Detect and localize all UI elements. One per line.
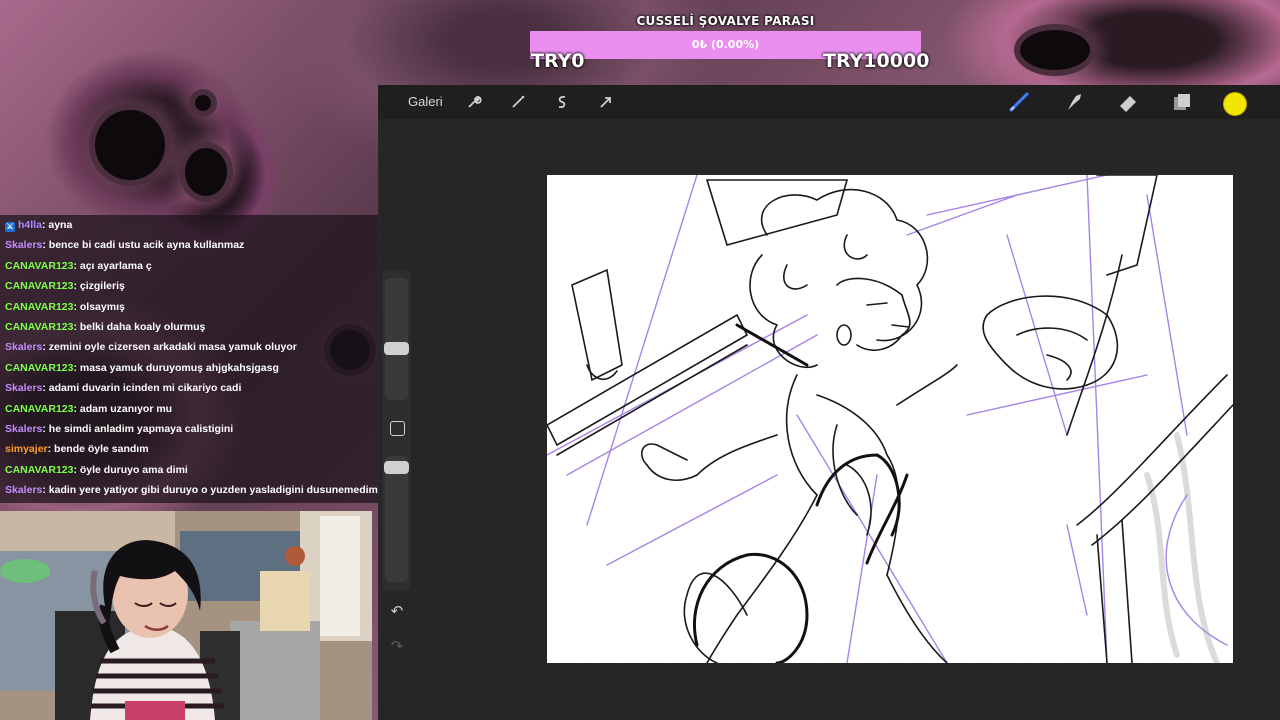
brush-size-slider[interactable] [384,278,409,400]
smudge-icon[interactable] [1062,91,1086,113]
chat-username[interactable]: Skalers [5,239,42,251]
selection-icon[interactable] [553,93,571,111]
chat-text: : öyle duruyo ama dimi [73,463,188,476]
background-eye [1020,30,1090,70]
goal-title: CUSSELİ ŞOVALYE PARASI [636,14,815,28]
chat-username[interactable]: CANAVAR123 [5,403,73,415]
modify-button[interactable] [390,421,405,436]
chat-message: Skalers: zemini oyle cizersen arkadaki m… [0,337,378,357]
chat-username[interactable]: CANAVAR123 [5,301,73,313]
opacity-slider[interactable] [384,456,409,582]
top-toolbar: Galeri [378,85,1280,119]
chat-text: : adam uzanıyor mu [73,402,173,415]
goal-max-label: TRY10000 [823,50,930,72]
chat-text: : he simdi anladim yapmaya calistigini [42,422,234,435]
chat-username[interactable]: CANAVAR123 [5,260,73,272]
background-eye [195,95,211,111]
layers-icon[interactable] [1170,91,1194,113]
chat-message: CANAVAR123: adam uzanıyor mu [0,399,378,419]
chat-username[interactable]: CANAVAR123 [5,280,73,292]
chat-text: : açı ayarlama ç [73,259,152,272]
chat-username[interactable]: Skalers [5,382,42,394]
chat-username[interactable]: Skalers [5,484,42,496]
opacity-thumb[interactable] [384,461,409,474]
chat-text: : olsaymış [73,300,125,313]
magic-wand-icon[interactable] [509,93,527,111]
chat-message: CANAVAR123: masa yamuk duruyomuş ahjgkah… [0,358,378,378]
brush-icon[interactable] [1008,91,1032,113]
transform-arrow-icon[interactable] [597,93,615,111]
moderator-badge-icon: ⚔ [5,222,15,232]
chat-username[interactable]: Skalers [5,423,42,435]
chat-username[interactable]: CANAVAR123 [5,321,73,333]
chat-message: Skalers: he simdi anladim yapmaya calist… [0,419,378,439]
chat-message: simyajer: bende öyle sandım [0,439,378,459]
undo-icon[interactable]: ↶ [389,602,405,622]
chat-username[interactable]: CANAVAR123 [5,362,73,374]
chat-text: : masa yamuk duruyomuş ahjgkahsjgasg [73,361,279,374]
chat-username[interactable]: simyajer [5,443,48,455]
chat-text: : kadin yere yatiyor gibi duruyo o yuzde… [42,484,378,497]
chat-message: Skalers: adami duvarin icinden mi cikari… [0,378,378,398]
eraser-icon[interactable] [1116,91,1140,113]
background-eye [95,110,165,180]
chat-text: : belki daha koaly olurmuş [73,320,206,333]
chat-text: : bende öyle sandım [47,443,149,456]
color-picker-button[interactable] [1223,92,1247,116]
chat-message: CANAVAR123: olsaymış [0,297,378,317]
brush-size-thumb[interactable] [384,342,409,355]
chat-username[interactable]: Skalers [5,341,42,353]
chat-username[interactable]: h4lla [18,219,42,231]
drawing-canvas[interactable] [547,175,1233,663]
chat-message: CANAVAR123: belki daha koaly olurmuş [0,317,378,337]
chat-text: : adami duvarin icinden mi cikariyo cadi [42,382,242,395]
chat-text: : zemini oyle cizersen arkadaki masa yam… [42,341,297,354]
chat-message: CANAVAR123: öyle duruyo ama dimi [0,460,378,480]
stream-chat: ⚔ h4lla: ayna Skalers: bence bi cadi ustu … [0,215,378,503]
chat-username[interactable]: CANAVAR123 [5,464,73,476]
wrench-icon[interactable] [465,93,483,111]
webcam-feed [0,511,372,720]
chat-message: ⚔ h4lla: ayna [0,215,378,235]
chat-message: CANAVAR123: çizgileriş [0,276,378,296]
chat-message: Skalers: bence bi cadi ustu acik ayna ku… [0,235,378,255]
goal-min-label: TRY0 [531,50,585,72]
webcam-image [0,511,372,720]
gallery-button[interactable]: Galeri [408,94,443,109]
chat-text: : ayna [41,219,73,231]
background-eye [185,148,227,196]
side-slider-bar [382,270,411,590]
chat-message: CANAVAR123: açı ayarlama ç [0,256,378,276]
redo-icon[interactable]: ↷ [389,637,405,657]
chat-text: : bence bi cadi ustu acik ayna kullanmaz [42,239,245,252]
chat-text: : çizgileriş [73,280,125,293]
sketch-artwork [547,175,1233,663]
chat-message: Skalers: kadin yere yatiyor gibi duruyo … [0,480,378,500]
